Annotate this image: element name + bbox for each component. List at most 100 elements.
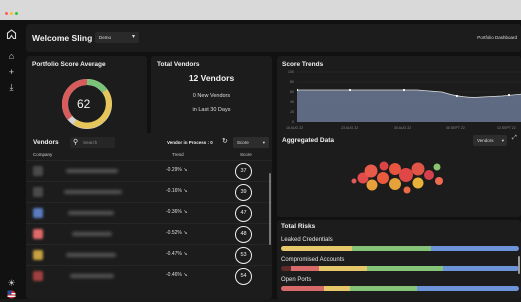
table-scrollbar[interactable] <box>269 173 271 245</box>
vendor-logo <box>33 250 43 260</box>
search-placeholder: Search <box>83 140 98 145</box>
table-row[interactable]: -0.47% ↘ 53 <box>26 244 272 265</box>
aggregated-bubble-chart <box>351 161 443 194</box>
bubble <box>412 177 424 189</box>
bar-segment <box>442 266 519 271</box>
x-tick: 23 AUG 22 <box>341 126 359 130</box>
vendor-logo <box>33 229 43 239</box>
vendor-trend: -0.36% ↘ <box>166 209 188 215</box>
portfolio-dashboard-link[interactable]: Portfolio Dashboard <box>477 35 517 40</box>
aggregated-data-title: Aggregated Data <box>282 137 335 144</box>
x-tick: 06 SEPT 22 <box>446 126 465 130</box>
vendor-logo <box>33 208 43 218</box>
score-trend-chart <box>297 71 521 122</box>
vendor-name-redacted <box>66 169 118 173</box>
x-tick: 16 AUG 22 <box>286 126 304 130</box>
vendor-name-redacted <box>66 253 116 257</box>
aggregated-filter-dropdown[interactable]: Vendors ▾ <box>473 135 507 146</box>
sidebar-rail: ⌂ + ⤓ ☀ <box>0 20 22 299</box>
bar-segment <box>352 246 431 251</box>
vendor-search[interactable]: ⚲ Search <box>70 137 115 148</box>
bubble <box>377 172 389 184</box>
vendors-title: Vendors <box>33 139 59 146</box>
account-dropdown[interactable]: Demo ▾ <box>95 32 139 43</box>
bar-segment <box>319 266 367 271</box>
vendor-name-redacted <box>72 232 112 236</box>
risks-scrollbar[interactable] <box>518 256 520 274</box>
col-trend: Trend <box>172 152 184 157</box>
aggregated-filter-value: Vendors <box>477 138 494 143</box>
chevron-down-icon: ▾ <box>131 34 135 40</box>
bar-segment <box>290 266 320 271</box>
total-vendors-card: Total Vendors 12 Vendors 0 New Vendors i… <box>151 56 272 144</box>
vendor-name-redacted <box>64 190 122 194</box>
download-icon[interactable]: ⤓ <box>6 82 17 93</box>
portfolio-score-value: 62 <box>77 97 91 111</box>
bar-segment <box>366 266 443 271</box>
bubble <box>424 170 434 180</box>
chevron-down-icon: ▾ <box>262 140 265 145</box>
new-vendors-period: in Last 30 Days <box>192 107 231 113</box>
bubble <box>389 163 401 175</box>
close-window-button[interactable] <box>5 12 8 15</box>
trend-point <box>402 88 406 92</box>
search-icon: ⚲ <box>73 139 79 146</box>
minimize-window-button[interactable] <box>10 12 13 15</box>
vendor-score: 39 <box>235 184 252 201</box>
bar-segment <box>323 286 350 291</box>
add-icon[interactable]: + <box>6 67 17 78</box>
table-row[interactable]: -0.46% ↘ 54 <box>26 265 272 286</box>
vendor-score: 54 <box>235 268 252 285</box>
portfolio-score-card: Portfolio Score Average 62 <box>26 56 147 144</box>
new-vendors-count: 0 New Vendors <box>192 93 231 99</box>
table-row[interactable]: -0.29% ↘ 37 <box>26 160 272 181</box>
bubble <box>411 162 425 176</box>
bar-segment <box>430 246 519 251</box>
expand-icon[interactable]: ⤢ <box>512 135 517 142</box>
bubble <box>379 161 389 171</box>
trend-area <box>297 90 521 122</box>
risk-bar-open-ports <box>281 286 519 291</box>
y-tick-60: 60 <box>290 90 294 94</box>
bubble <box>399 168 413 182</box>
col-company: Company <box>33 152 53 157</box>
risk-label-leaked-credentials: Leaked Credentials <box>281 237 333 243</box>
sort-dropdown[interactable]: Score ▾ <box>233 137 269 148</box>
bubble <box>433 163 441 171</box>
x-tick: 13 SEPT 22 <box>497 126 516 130</box>
bar-segment <box>350 286 417 291</box>
vendor-in-process: Vendor in Process : 0 <box>167 140 213 145</box>
vendor-trend: -0.46% ↘ <box>166 272 188 278</box>
vendor-score: 37 <box>235 163 252 180</box>
bubble <box>389 178 401 190</box>
total-vendors-title: Total Vendors <box>157 61 200 68</box>
vendor-trend: -0.47% ↘ <box>166 251 188 257</box>
table-row[interactable]: -0.52% ↘ 48 <box>26 223 272 244</box>
account-dropdown-value: Demo <box>99 35 112 40</box>
vendor-name-redacted <box>70 274 114 278</box>
bar-segment <box>281 266 291 271</box>
bubble <box>364 164 378 178</box>
page-title: Welcome Sling <box>32 33 93 43</box>
aggregated-data-card: Aggregated Data Vendors ▾ ⤢ <box>277 133 521 217</box>
vendor-logo <box>33 271 43 281</box>
bubble <box>403 186 411 194</box>
bar-segment <box>281 246 353 251</box>
vendors-card: Vendors ⚲ Search Vendor in Process : 0 ↻… <box>26 133 272 299</box>
refresh-icon[interactable]: ↻ <box>222 137 228 145</box>
bubble <box>435 177 443 185</box>
bubble <box>366 179 378 191</box>
gauge-green-segment <box>86 78 108 93</box>
table-row[interactable]: -0.16% ↘ 39 <box>26 181 272 202</box>
y-tick-40: 40 <box>290 100 294 104</box>
maximize-window-button[interactable] <box>15 12 18 15</box>
language-flag-icon[interactable] <box>6 290 17 301</box>
vendor-logo <box>33 187 43 197</box>
chevron-down-icon: ▾ <box>501 138 504 143</box>
home-icon[interactable]: ⌂ <box>6 51 17 62</box>
table-row[interactable]: -0.36% ↘ 47 <box>26 202 272 223</box>
app-logo-icon[interactable] <box>6 29 17 40</box>
vendor-logo <box>33 166 43 176</box>
score-trends-title: Score Trends <box>282 61 324 68</box>
theme-toggle-icon[interactable]: ☀ <box>6 278 17 289</box>
